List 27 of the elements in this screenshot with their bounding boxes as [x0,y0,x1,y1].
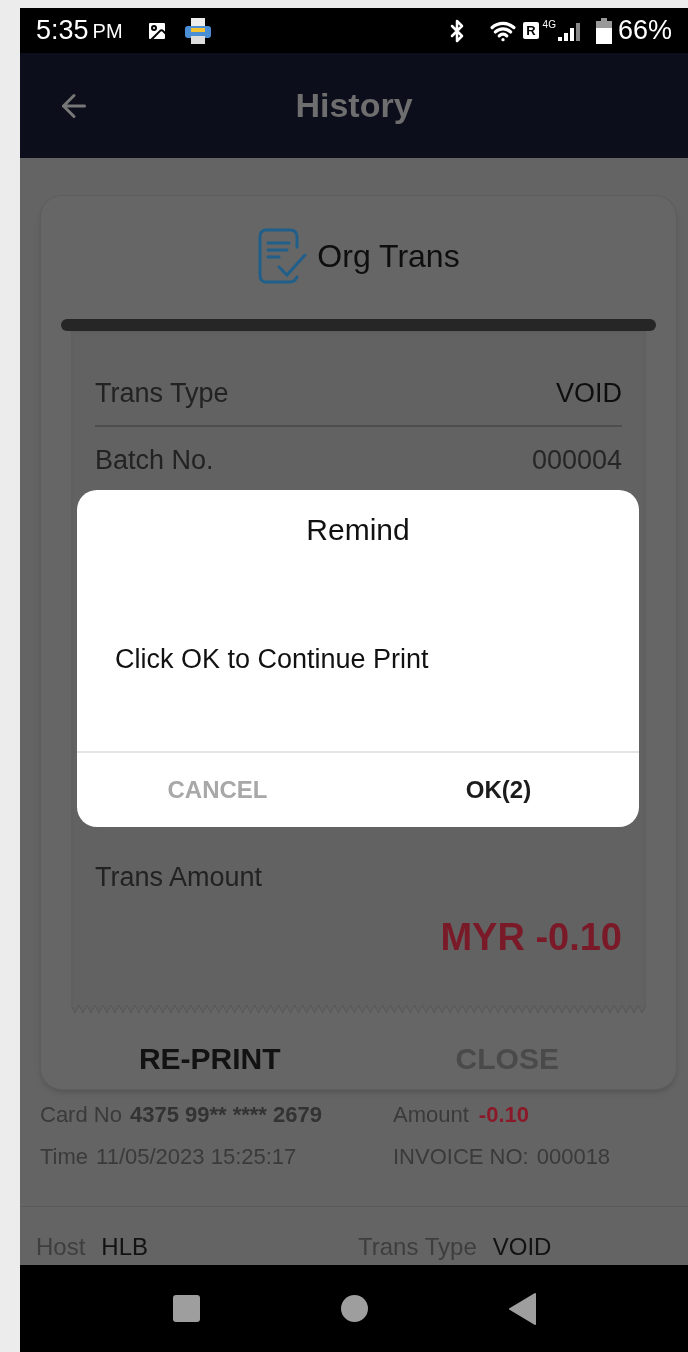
home-button[interactable] [340,1295,368,1322]
receipt-label: Trans Amount [95,860,263,894]
clock-ampm: PM [92,20,123,41]
back-nav-button[interactable] [508,1292,536,1325]
host-value: HLB [101,1232,149,1262]
page-title: History [295,85,413,126]
reprint-button[interactable]: RE-PRINT [61,1035,359,1081]
receipt-value: 000004 [531,443,622,477]
checklist-icon [257,227,308,285]
battery-percent: 66% [617,17,672,44]
battery-icon [595,17,612,44]
receipt-label: Batch No. [95,443,214,477]
clock-time: 5:35 [36,17,89,44]
card-title: Org Trans [317,237,460,276]
amount-value: MYR -0.10 [440,914,622,960]
receipt-label: Trans Type [95,376,229,410]
recents-button[interactable] [172,1295,200,1322]
trans-type-value: VOID [492,1232,552,1262]
roaming-indicator: R [523,22,539,39]
dialog-title: Remind [306,511,410,548]
printer-icon [182,15,213,46]
dialog-message: Click OK to Continue Print [115,643,429,677]
network-type: 4G [542,20,556,30]
amount-value: -0.10 [478,1100,529,1129]
cancel-button[interactable]: CANCEL [77,772,358,808]
ok-button[interactable]: OK(2) [358,772,639,808]
receipt-value: VOID [556,376,622,410]
